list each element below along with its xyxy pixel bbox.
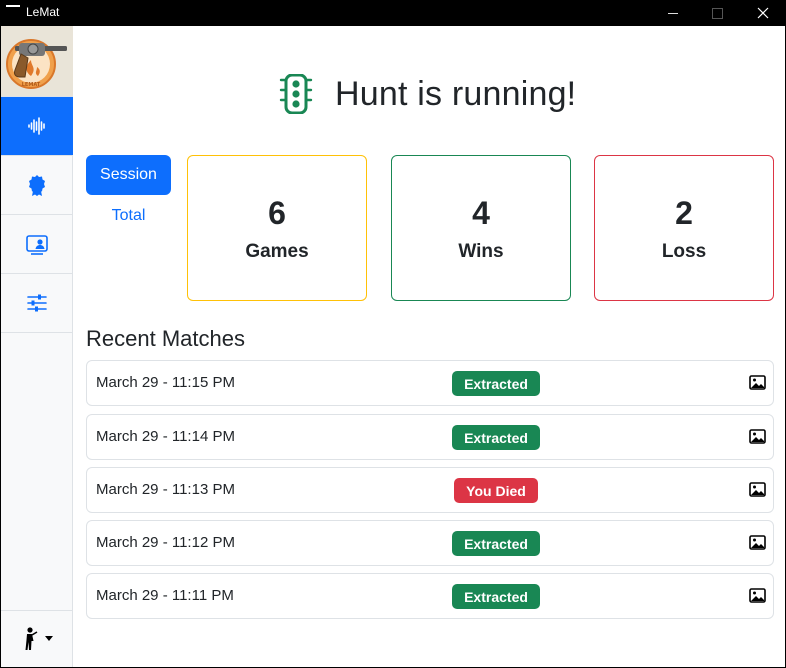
match-date: March 29 - 11:15 PM (96, 374, 235, 391)
main-content: Hunt is running! Session Total 6 Games 4… (74, 26, 785, 667)
close-button[interactable] (740, 0, 786, 26)
person-walking-icon (25, 627, 38, 650)
revolver-logo-icon: LEMAT (6, 39, 67, 89)
soundwave-icon (28, 117, 45, 135)
minimize-button[interactable] (650, 0, 696, 26)
games-count: 6 (268, 195, 286, 231)
match-date: March 29 - 11:11 PM (96, 587, 234, 604)
match-result-badge: Extracted (452, 531, 540, 556)
user-menu-button[interactable] (1, 610, 73, 667)
wins-label: Wins (458, 241, 504, 262)
sliders-icon (27, 294, 47, 312)
games-card: 6 Games (187, 155, 367, 301)
match-result-badge: You Died (454, 478, 538, 503)
image-icon[interactable] (749, 482, 766, 497)
award-icon (29, 175, 45, 196)
total-tab[interactable]: Total (86, 196, 171, 236)
sidebar: LEMAT (1, 26, 73, 667)
image-icon[interactable] (749, 375, 766, 390)
person-video-icon (26, 235, 48, 255)
image-icon[interactable] (749, 535, 766, 550)
close-icon (757, 7, 769, 19)
traffic-light-icon (279, 74, 313, 114)
wins-card: 4 Wins (391, 155, 571, 301)
match-date: March 29 - 11:14 PM (96, 428, 235, 445)
sidebar-item-awards[interactable] (1, 156, 73, 215)
loss-card: 2 Loss (594, 155, 774, 301)
match-row[interactable]: March 29 - 11:12 PM Extracted (86, 520, 774, 566)
recent-matches-title: Recent Matches (86, 326, 245, 351)
status-title: Hunt is running! (335, 74, 577, 113)
image-icon[interactable] (749, 588, 766, 603)
title-bar: LeMat (0, 0, 786, 26)
match-result-badge: Extracted (452, 371, 540, 396)
match-result-badge: Extracted (452, 425, 540, 450)
match-result-badge: Extracted (452, 584, 540, 609)
games-label: Games (245, 241, 309, 262)
match-row[interactable]: March 29 - 11:14 PM Extracted (86, 414, 774, 460)
sidebar-item-screenshots[interactable] (1, 215, 73, 274)
app-window: LEMAT Hunt is running! Session Total 6 G… (1, 26, 785, 667)
match-date: March 29 - 11:12 PM (96, 534, 235, 551)
loss-count: 2 (675, 195, 693, 231)
app-icon (6, 5, 20, 7)
wins-count: 4 (472, 195, 490, 231)
image-icon[interactable] (749, 429, 766, 444)
caret-down-icon (45, 636, 53, 641)
match-row[interactable]: March 29 - 11:11 PM Extracted (86, 573, 774, 619)
game-status: Hunt is running! (279, 70, 576, 118)
app-logo: LEMAT (1, 26, 73, 97)
maximize-button[interactable] (696, 0, 742, 26)
sidebar-item-settings[interactable] (1, 274, 73, 333)
session-tab[interactable]: Session (86, 155, 171, 195)
sidebar-item-activity[interactable] (1, 97, 73, 156)
loss-label: Loss (661, 241, 707, 262)
svg-text:LEMAT: LEMAT (22, 82, 41, 88)
match-row[interactable]: March 29 - 11:13 PM You Died (86, 467, 774, 513)
match-row[interactable]: March 29 - 11:15 PM Extracted (86, 360, 774, 406)
match-date: March 29 - 11:13 PM (96, 481, 235, 498)
window-title: LeMat (26, 5, 60, 19)
